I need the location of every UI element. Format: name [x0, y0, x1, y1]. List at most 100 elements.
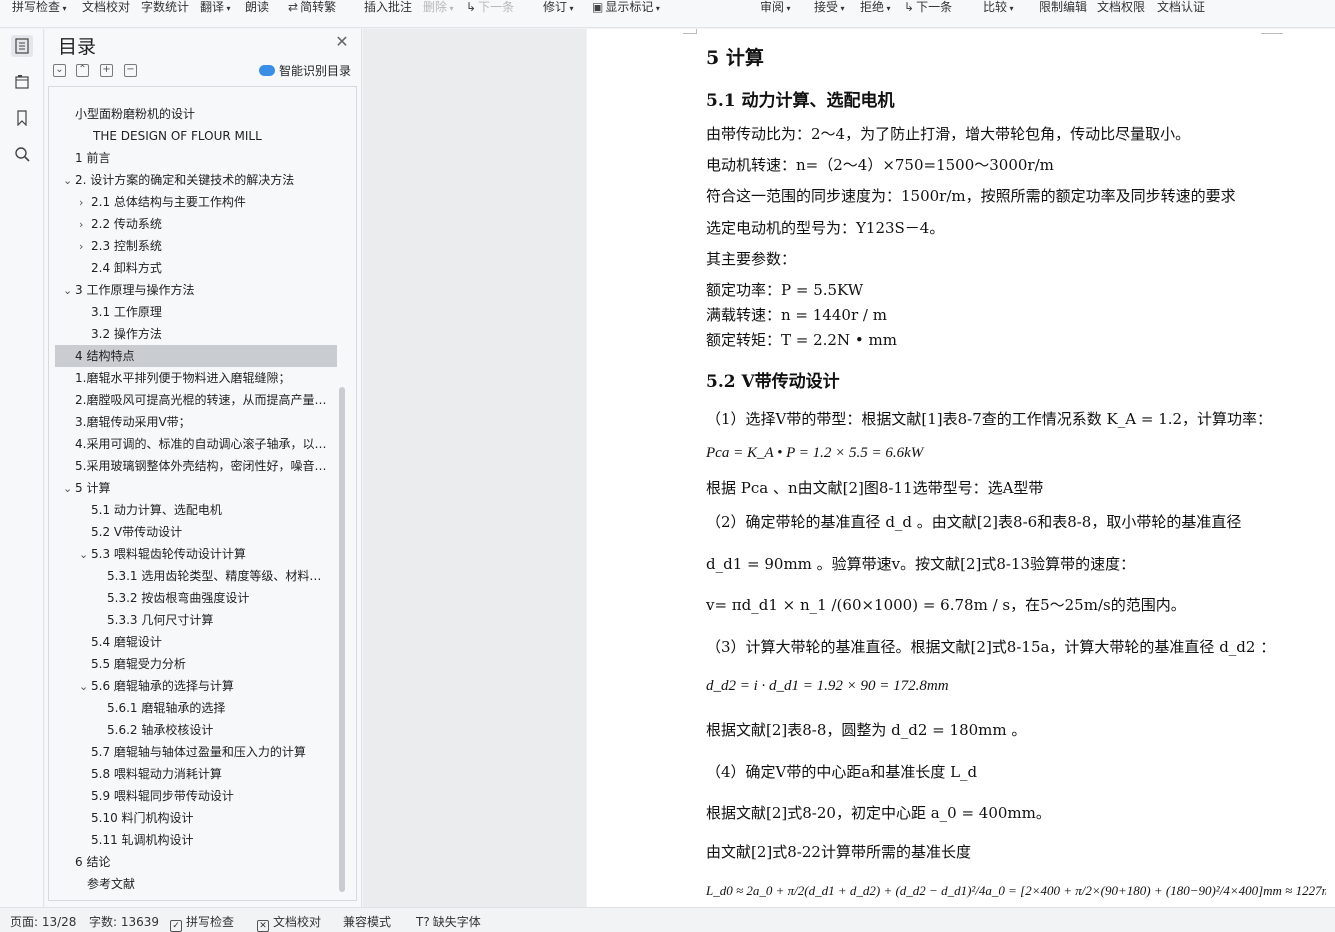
toc-item[interactable]: 参考文献 [87, 873, 356, 895]
smart-toc-button[interactable]: 智能识别目录 [259, 62, 351, 79]
page-indicator[interactable]: 页面: 13/28 [10, 913, 76, 930]
font-warning-icon: T? [416, 915, 430, 929]
doc-certify-button[interactable]: 文档认证 [1157, 0, 1205, 16]
expand-all-icon[interactable]: ⌃ [76, 64, 89, 77]
paragraph: 选定电动机的型号为：Y123S－4。 [706, 219, 945, 237]
param-line: 额定功率：P = 5.5KW [706, 281, 864, 299]
chevron-down-icon[interactable]: ⌄ [79, 676, 91, 697]
toc-item[interactable]: 3.1 工作原理 [91, 301, 356, 323]
compare-button[interactable]: 比较 ▾ [983, 0, 1014, 16]
add-entry-icon[interactable]: + [100, 64, 113, 77]
toc-item[interactable]: 5.3.3 几何尺寸计算 [107, 609, 356, 631]
param-line: 满载转速：n = 1440r / m [706, 306, 887, 324]
search-button[interactable] [11, 143, 33, 165]
subsection-heading: 5.2 V带传动设计 [706, 372, 840, 392]
toc-item[interactable]: 2.磨膛吸风可提高光棍的转速，从而提高产量… [75, 389, 327, 411]
toc-item-selected[interactable]: 4 结构特点 [55, 345, 337, 367]
toc-item[interactable]: 5.6.1 磨辊轴承的选择 [107, 697, 356, 719]
chevron-right-icon[interactable]: › [79, 214, 91, 235]
cloud-icon [259, 65, 275, 76]
toc-item[interactable]: 5.3.2 按齿根弯曲强度设计 [107, 587, 356, 609]
remove-entry-icon[interactable]: − [124, 64, 137, 77]
toc-item[interactable]: 5.采用玻璃钢整体外壳结构，密闭性好，噪音… [75, 455, 327, 477]
toc-item[interactable]: 5.5 磨辊受力分析 [91, 653, 356, 675]
toc-item[interactable]: 5.6.2 轴承校核设计 [107, 719, 356, 741]
toc-item[interactable]: 3.2 操作方法 [91, 323, 356, 345]
proof-status[interactable]: ✕ 文档校对 [257, 913, 321, 932]
convert-icon: ⇄ [288, 0, 299, 14]
toc-item[interactable]: 5.10 料门机构设计 [91, 807, 356, 829]
toc-item[interactable]: 2.4 卸料方式 [91, 257, 356, 279]
toc-title: 目录 [58, 36, 97, 58]
toc-item[interactable]: 3.磨辊传动采用V带； [75, 411, 327, 433]
missing-font-status[interactable]: T? 缺失字体 [416, 913, 481, 930]
toc-item[interactable]: › 2.1 总体结构与主要工作构件 [79, 191, 356, 213]
toc-item[interactable]: ⌄ 5.6 磨辊轴承的选择与计算 [79, 675, 356, 697]
paragraph: 其主要参数： [706, 250, 797, 268]
delete-comment-button[interactable]: 删除 ▾ [423, 0, 454, 16]
doc-permission-button[interactable]: 文档权限 [1097, 0, 1145, 16]
doc-proof-button[interactable]: 文档校对 [82, 0, 130, 16]
toc-item[interactable]: 5.9 喂料辊同步带传动设计 [91, 785, 356, 807]
read-aloud-button[interactable]: 朗读 [245, 0, 269, 16]
paragraph: （4）确定V带的中心距a和基准长度 L_d [706, 763, 978, 781]
chevron-right-icon[interactable]: › [79, 192, 91, 213]
markup-icon: ▣ [592, 0, 604, 14]
bookmark-icon [17, 110, 27, 126]
spell-check-status[interactable]: ✓ 拼写检查 [170, 913, 234, 932]
word-count-button[interactable]: 字数统计 [141, 0, 189, 16]
chevron-down-icon[interactable]: ⌄ [63, 170, 75, 191]
toc-item[interactable]: 1 前言 [75, 147, 356, 169]
next-change-button[interactable]: ↳ 下一条 [904, 0, 952, 16]
restrict-editing-button[interactable]: 限制编辑 [1039, 0, 1087, 16]
param-line: 额定转矩：T = 2.2N • mm [706, 331, 897, 349]
chevron-right-icon[interactable]: › [79, 236, 91, 257]
spell-check-button[interactable]: 拼写检查 ▾ [12, 0, 67, 16]
next-comment-button[interactable]: ↳ 下一条 [466, 0, 514, 16]
compat-mode: 兼容模式 [343, 915, 392, 929]
chapter-nav-button[interactable] [11, 71, 33, 93]
toc-item[interactable]: 5.8 喂料辊动力消耗计算 [91, 763, 356, 785]
toc-item[interactable]: 小型面粉磨粉机的设计 [75, 103, 356, 125]
toc-item[interactable]: ⌄ 3 工作原理与操作方法 [63, 279, 356, 301]
toc-item[interactable]: 5.7 磨辊轴与轴体过盈量和压入力的计算 [91, 741, 356, 763]
toc-panel-button[interactable] [11, 35, 33, 57]
toc-item[interactable]: 4.采用可调的、标准的自动调心滚子轴承，以… [75, 433, 327, 455]
reject-button[interactable]: 拒绝 ▾ [860, 0, 891, 16]
chevron-down-icon[interactable]: ⌄ [63, 478, 75, 499]
toc-item[interactable]: 5.4 磨辊设计 [91, 631, 356, 653]
next-arrow-icon: ↳ [466, 0, 477, 14]
bookmark-button[interactable] [11, 107, 33, 129]
toc-item[interactable]: › 2.3 控制系统 [79, 235, 356, 257]
paragraph: 由文献[2]式8-22计算带所需的基准长度 [706, 843, 971, 861]
page-corner-mark [683, 29, 697, 34]
chevron-down-icon[interactable]: ⌄ [79, 544, 91, 565]
collapse-all-icon[interactable]: ⌄ [53, 64, 66, 77]
toc-item[interactable]: ⌄ 2. 设计方案的确定和关键技术的解决方法 [63, 169, 356, 191]
to-traditional-button[interactable]: ⇄ 简转繁 [288, 0, 336, 16]
paragraph: d_d1 = 90mm 。验算带速v。按文献[2]式8-13验算带的速度： [706, 555, 1136, 573]
word-count[interactable]: 字数: 13639 [89, 913, 159, 930]
close-icon[interactable]: ✕ [335, 34, 349, 50]
chevron-down-icon[interactable]: ⌄ [63, 280, 75, 301]
toc-item[interactable]: 1.磨辊水平排列便于物料进入磨辊缝隙； [75, 367, 327, 389]
translate-button[interactable]: 翻译 ▾ [200, 0, 231, 16]
toc-item[interactable]: 5.11 轧调机构设计 [91, 829, 356, 851]
document-page[interactable]: 5 计算 5.1 动力计算、选配电机 由带传动比为：2～4，为了防止打滑，增大带… [587, 29, 1335, 907]
paragraph: v= πd_d1 × n_1 /(60×1000) = 6.78m / s，在5… [706, 596, 1186, 614]
toc-scrollbar[interactable] [339, 387, 345, 892]
toc-item[interactable]: 6 结论 [75, 851, 356, 873]
accept-button[interactable]: 接受 ▾ [814, 0, 845, 16]
paragraph: （2）确定带轮的基准直径 d_d 。由文献[2]表8-6和表8-8，取小带轮的基… [706, 513, 1242, 531]
toc-item[interactable]: › 2.2 传动系统 [79, 213, 356, 235]
toc-item[interactable]: 5.1 动力计算、选配电机 [91, 499, 356, 521]
toc-item[interactable]: 5.3.1 选用齿轮类型、精度等级、材料… [107, 565, 327, 587]
toc-item[interactable]: 5.2 V带传动设计 [91, 521, 356, 543]
insert-comment-button[interactable]: 插入批注 [364, 0, 412, 16]
revise-button[interactable]: 修订 ▾ [543, 0, 574, 16]
review-button[interactable]: 审阅 ▾ [760, 0, 791, 16]
toc-item[interactable]: ⌄ 5 计算 [63, 477, 356, 499]
toc-item[interactable]: ⌄ 5.3 喂料辊齿轮传动设计计算 [79, 543, 356, 565]
show-markup-button[interactable]: ▣ 显示标记 ▾ [592, 0, 660, 16]
toc-item[interactable]: THE DESIGN OF FLOUR MILL [93, 125, 356, 147]
